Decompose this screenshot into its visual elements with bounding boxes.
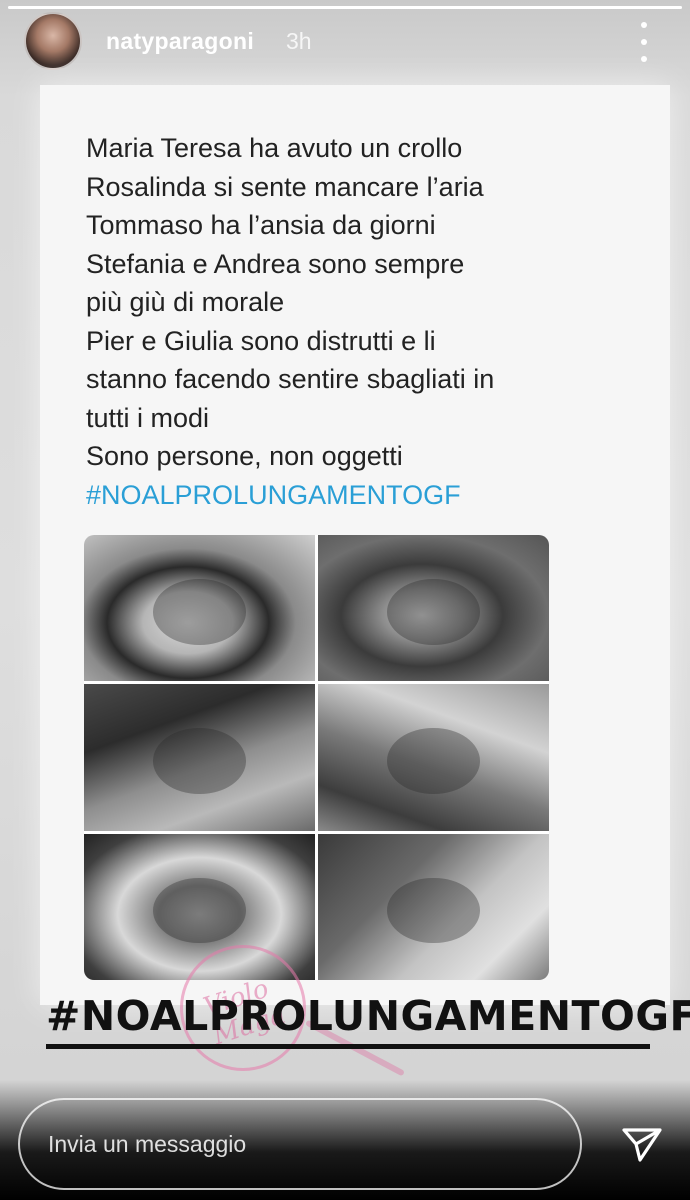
hashtag-sticker[interactable]: #NOALPROLUNGAMENTOGF [46,988,690,1049]
tweet-line: tutti i modi [86,402,210,433]
avatar[interactable] [24,12,82,70]
photo-woman-crying [84,535,315,682]
tweet-text: Maria Teresa ha avuto un crollo Rosalind… [86,129,626,514]
tweet-line: Tommaso ha l’ansia da giorni [86,210,436,240]
photo-woman-lying [84,684,315,831]
message-input[interactable] [18,1098,582,1190]
tweet-line: Sono persone, non oggetti [86,441,403,471]
tweet-screenshot: Maria Teresa ha avuto un crollo Rosalind… [40,85,670,1005]
story-header: natyparagoni 3h [0,0,690,80]
more-vertical-icon[interactable] [632,22,656,62]
paper-plane-icon[interactable] [618,1120,666,1168]
story-time: 3h [286,28,312,54]
story-view[interactable]: natyparagoni 3h Maria Teresa ha avuto un… [0,0,690,1200]
tweet-hashtag: #NOALPROLUNGAMENTOGF [86,479,461,510]
photo-man-lying [318,684,549,831]
tweet-line: più giù di morale [86,287,285,317]
photo-man-portrait [318,535,549,682]
tweet-line: stanno facendo sentire sbagliati in [86,364,495,394]
photo-grid [84,535,549,980]
tweet-line: Pier e Giulia sono distrutti e li [86,325,436,356]
username[interactable]: natyparagoni [106,28,254,55]
tweet-line: Maria Teresa ha avuto un crollo [86,133,463,163]
tweet-line: Stefania e Andrea sono sempre [86,248,465,279]
photo-couple [318,833,549,980]
tweet-line: Rosalinda si sente mancare l’aria [86,171,484,202]
